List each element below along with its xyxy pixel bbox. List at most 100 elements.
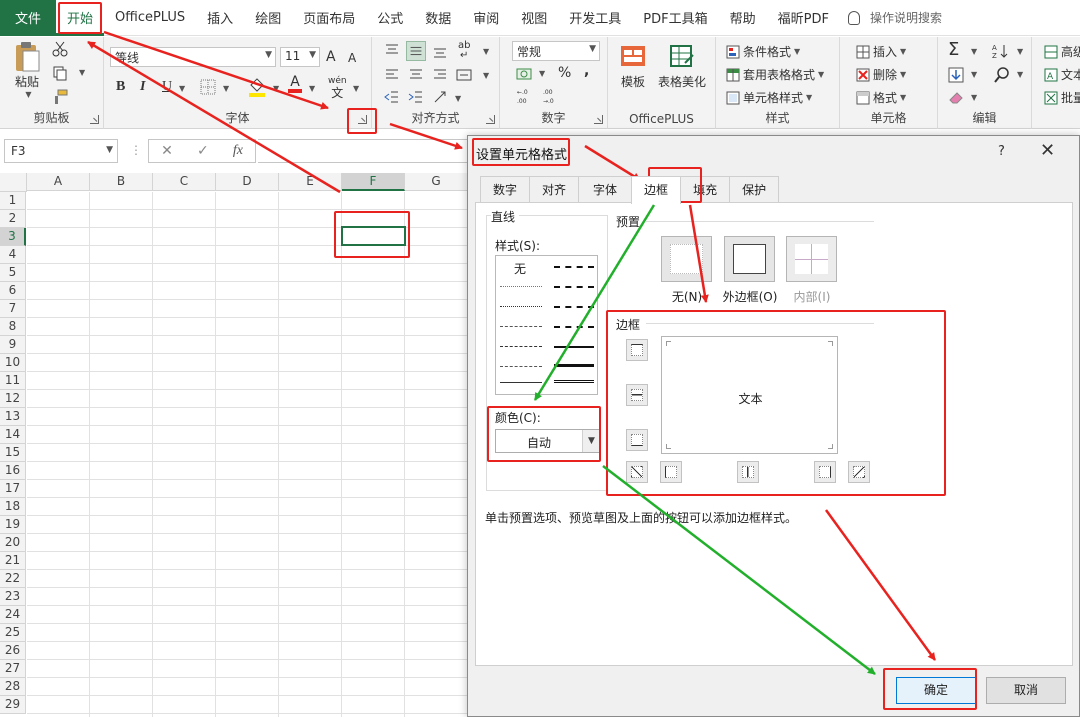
- name-box[interactable]: F3 ▼: [4, 139, 118, 163]
- phonetic-guide-button[interactable]: wén 文: [328, 75, 347, 99]
- chevron-down-icon[interactable]: ▼: [1017, 47, 1023, 56]
- line-style-dotted[interactable]: [500, 306, 542, 307]
- tab-formulas[interactable]: 公式: [366, 0, 414, 36]
- column-header-f[interactable]: F: [342, 173, 405, 191]
- font-color-button[interactable]: A: [288, 75, 302, 93]
- copy-icon[interactable]: [52, 65, 68, 81]
- batch-button[interactable]: 批量: [1044, 89, 1080, 106]
- tab-file[interactable]: 文件: [0, 0, 56, 36]
- tab-font[interactable]: 字体: [578, 176, 633, 203]
- line-style-dashed[interactable]: [500, 366, 542, 367]
- chevron-down-icon[interactable]: ▼: [273, 84, 279, 93]
- font-size-combo[interactable]: 11 ▼: [280, 47, 320, 67]
- tab-data[interactable]: 数据: [414, 0, 462, 36]
- format-painter-icon[interactable]: [52, 89, 68, 105]
- row-header-4[interactable]: 4: [0, 246, 26, 264]
- chevron-down-icon[interactable]: ▼: [79, 68, 85, 77]
- tab-number[interactable]: 数字: [480, 176, 531, 203]
- column-header-c[interactable]: C: [153, 173, 216, 191]
- row-header-10[interactable]: 10: [0, 354, 26, 372]
- cell-area[interactable]: [27, 192, 470, 717]
- line-style-medium-dash-dot[interactable]: [554, 306, 594, 308]
- row-header-18[interactable]: 18: [0, 498, 26, 516]
- line-style-hairline[interactable]: [500, 286, 542, 287]
- italic-button[interactable]: I: [140, 79, 145, 95]
- align-bottom-icon[interactable]: [432, 43, 448, 59]
- paste-button[interactable]: 粘贴 ▼: [12, 41, 42, 99]
- chevron-down-icon[interactable]: ▼: [179, 84, 185, 93]
- sort-filter-icon[interactable]: AZ: [992, 43, 1010, 59]
- line-style-thick[interactable]: [554, 364, 594, 367]
- row-header-25[interactable]: 25: [0, 624, 26, 642]
- column-header-e[interactable]: E: [279, 173, 342, 191]
- tab-review[interactable]: 审阅: [462, 0, 510, 36]
- row-header-27[interactable]: 27: [0, 660, 26, 678]
- line-style-none[interactable]: 无: [514, 260, 526, 277]
- increase-indent-icon[interactable]: [408, 89, 424, 105]
- line-style-medium[interactable]: [554, 346, 594, 348]
- line-style-medium-dashed[interactable]: [554, 326, 594, 328]
- row-header-7[interactable]: 7: [0, 300, 26, 318]
- line-style-dash-dot[interactable]: [500, 346, 542, 347]
- column-header-b[interactable]: B: [90, 173, 153, 191]
- comma-style-button[interactable]: ,: [584, 63, 589, 79]
- chevron-down-icon[interactable]: ▼: [539, 69, 545, 78]
- row-header-28[interactable]: 28: [0, 678, 26, 696]
- line-style-thin[interactable]: [500, 382, 542, 383]
- shrink-font-button[interactable]: A: [348, 51, 356, 65]
- merge-center-icon[interactable]: [456, 67, 472, 83]
- tab-draw[interactable]: 绘图: [244, 0, 292, 36]
- dialog-launcher-icon[interactable]: [90, 115, 99, 124]
- row-header-13[interactable]: 13: [0, 408, 26, 426]
- help-button[interactable]: ?: [998, 144, 1005, 159]
- chevron-down-icon[interactable]: ▼: [223, 84, 229, 93]
- tab-pdf-toolbox[interactable]: PDF工具箱: [632, 0, 718, 36]
- align-middle-icon[interactable]: [406, 41, 426, 61]
- template-button[interactable]: 模板: [620, 43, 646, 90]
- tab-officeplus[interactable]: OfficePLUS: [104, 0, 196, 36]
- tab-developer[interactable]: 开发工具: [558, 0, 632, 36]
- row-header-6[interactable]: 6: [0, 282, 26, 300]
- row-header-21[interactable]: 21: [0, 552, 26, 570]
- row-header-8[interactable]: 8: [0, 318, 26, 336]
- enter-check-icon[interactable]: ✓: [197, 143, 209, 159]
- align-center-icon[interactable]: [408, 67, 424, 83]
- formula-input[interactable]: [258, 139, 468, 163]
- row-header-12[interactable]: 12: [0, 390, 26, 408]
- tab-page-layout[interactable]: 页面布局: [292, 0, 366, 36]
- tab-view[interactable]: 视图: [510, 0, 558, 36]
- row-header-17[interactable]: 17: [0, 480, 26, 498]
- chevron-down-icon[interactable]: ▼: [483, 47, 489, 56]
- line-style-dash-dot-dot[interactable]: [500, 326, 542, 327]
- align-right-icon[interactable]: [432, 67, 448, 83]
- cell-styles-button[interactable]: 单元格样式 ▼: [726, 89, 812, 106]
- preset-outline-button[interactable]: [724, 236, 775, 282]
- chevron-down-icon[interactable]: ▼: [971, 70, 977, 79]
- orientation-icon[interactable]: [432, 89, 448, 105]
- align-left-icon[interactable]: [384, 67, 400, 83]
- insert-function-button[interactable]: fx: [233, 143, 243, 159]
- delete-cells-button[interactable]: 删除 ▼: [856, 66, 906, 83]
- row-header-5[interactable]: 5: [0, 264, 26, 282]
- row-header-23[interactable]: 23: [0, 588, 26, 606]
- line-style-list[interactable]: 无: [495, 255, 598, 395]
- dialog-launcher-icon[interactable]: [486, 115, 495, 124]
- font-name-combo[interactable]: 等线 ▼: [110, 47, 276, 67]
- conditional-formatting-button[interactable]: 条件格式 ▼: [726, 43, 800, 60]
- row-header-22[interactable]: 22: [0, 570, 26, 588]
- preset-inside-button[interactable]: [786, 236, 837, 282]
- chevron-down-icon[interactable]: ▼: [971, 47, 977, 56]
- number-format-combo[interactable]: 常规 ▼: [512, 41, 600, 61]
- advanced-button[interactable]: 高级: [1044, 43, 1080, 60]
- row-header-20[interactable]: 20: [0, 534, 26, 552]
- borders-icon[interactable]: [200, 79, 216, 95]
- line-style-medium-dash-dot-dot[interactable]: [554, 266, 594, 268]
- row-header-29[interactable]: 29: [0, 696, 26, 714]
- chevron-down-icon[interactable]: ▼: [1017, 70, 1023, 79]
- row-header-9[interactable]: 9: [0, 336, 26, 354]
- chevron-down-icon[interactable]: ▼: [455, 94, 461, 103]
- chevron-down-icon[interactable]: ▼: [309, 84, 315, 93]
- line-style-slanted-dash-dot[interactable]: [554, 286, 594, 288]
- cancel-button[interactable]: 取消: [986, 677, 1066, 704]
- text-button[interactable]: A 文本: [1044, 66, 1080, 83]
